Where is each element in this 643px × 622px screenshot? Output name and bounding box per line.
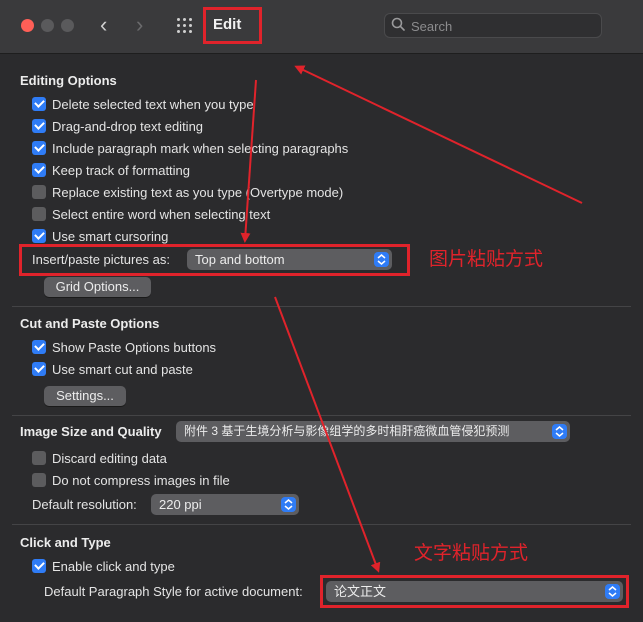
option-smart-cut-paste[interactable]: Use smart cut and paste — [32, 360, 193, 378]
annotation-arrows — [240, 65, 583, 573]
document-popup-value: 附件 3 基于生境分析与影像组学的多时相肝癌微血管侵犯预测 — [184, 424, 510, 438]
option-label: Include paragraph mark when selecting pa… — [52, 140, 349, 156]
zoom-window-button[interactable] — [61, 19, 74, 32]
picture-paste-annotation: 图片粘贴方式 — [429, 248, 544, 270]
option-drag-drop[interactable]: Drag-and-drop text editing — [32, 117, 203, 135]
option-track-formatting[interactable]: Keep track of formatting — [32, 161, 190, 179]
option-no-compress[interactable]: Do not compress images in file — [32, 471, 230, 489]
paragraph-style-label: Default Paragraph Style for active docum… — [44, 584, 303, 599]
cut-paste-title: Cut and Paste Options — [20, 316, 160, 331]
checkbox-unchecked[interactable] — [32, 473, 46, 487]
checkbox-checked[interactable] — [32, 229, 46, 243]
checkbox-checked[interactable] — [32, 362, 46, 376]
divider — [12, 415, 631, 416]
checkbox-checked[interactable] — [32, 163, 46, 177]
grid-options-button[interactable]: Grid Options... — [44, 277, 151, 297]
image-quality-title: Image Size and Quality — [20, 424, 162, 439]
option-select-word[interactable]: Select entire word when selecting text — [32, 205, 270, 223]
option-label: Discard editing data — [52, 450, 167, 466]
option-paragraph-mark[interactable]: Include paragraph mark when selecting pa… — [32, 139, 348, 157]
show-all-grid-icon[interactable] — [177, 18, 195, 34]
checkbox-checked[interactable] — [32, 559, 46, 573]
title-highlight-box — [203, 7, 262, 44]
resolution-label: Default resolution: — [32, 497, 137, 512]
checkbox-checked[interactable] — [32, 119, 46, 133]
checkbox-unchecked[interactable] — [32, 185, 46, 199]
option-label: Keep track of formatting — [52, 162, 191, 178]
click-type-title: Click and Type — [20, 535, 111, 550]
close-window-button[interactable] — [21, 19, 34, 32]
search-field[interactable]: Search — [384, 13, 602, 38]
option-label: Delete selected text when you type — [52, 96, 254, 112]
popup-stepper-icon — [281, 497, 296, 512]
option-label: Drag-and-drop text editing — [52, 118, 204, 134]
option-label: Use smart cursoring — [52, 228, 169, 244]
checkbox-checked[interactable] — [32, 340, 46, 354]
option-delete-selected[interactable]: Delete selected text when you type — [32, 95, 254, 113]
document-popup[interactable]: 附件 3 基于生境分析与影像组学的多时相肝癌微血管侵犯预测 — [176, 421, 570, 442]
option-smart-cursoring[interactable]: Use smart cursoring — [32, 227, 168, 245]
resolution-popup[interactable]: 220 ppi — [151, 494, 299, 515]
divider — [12, 524, 631, 525]
search-placeholder: Search — [411, 19, 453, 34]
option-label: Do not compress images in file — [52, 472, 230, 488]
option-label: Select entire word when selecting text — [52, 206, 271, 222]
text-paste-annotation: 文字粘贴方式 — [414, 542, 529, 564]
settings-button[interactable]: Settings... — [44, 386, 126, 406]
option-label: Replace existing text as you type (Overt… — [52, 184, 344, 200]
checkbox-checked[interactable] — [32, 141, 46, 155]
divider — [12, 306, 631, 307]
option-paste-buttons[interactable]: Show Paste Options buttons — [32, 338, 216, 356]
search-icon — [391, 17, 405, 31]
option-discard-editing[interactable]: Discard editing data — [32, 449, 167, 467]
option-enable-click-type[interactable]: Enable click and type — [32, 557, 175, 575]
forward-chevron-icon[interactable]: › — [136, 13, 143, 37]
popup-stepper-icon — [552, 424, 567, 439]
option-overtype[interactable]: Replace existing text as you type (Overt… — [32, 183, 343, 201]
checkbox-unchecked[interactable] — [32, 207, 46, 221]
resolution-value: 220 ppi — [159, 497, 202, 512]
option-label: Use smart cut and paste — [52, 361, 193, 377]
paragraph-style-highlight-box — [320, 575, 629, 608]
option-label: Show Paste Options buttons — [52, 339, 217, 355]
insert-pictures-highlight-box — [19, 244, 410, 276]
checkbox-checked[interactable] — [32, 97, 46, 111]
option-label: Enable click and type — [52, 558, 175, 574]
back-chevron-icon[interactable]: ‹ — [100, 13, 107, 37]
editing-options-title: Editing Options — [20, 73, 117, 88]
title-bar: ‹ › Edit Search — [0, 0, 643, 54]
checkbox-unchecked[interactable] — [32, 451, 46, 465]
minimize-window-button[interactable] — [41, 19, 54, 32]
